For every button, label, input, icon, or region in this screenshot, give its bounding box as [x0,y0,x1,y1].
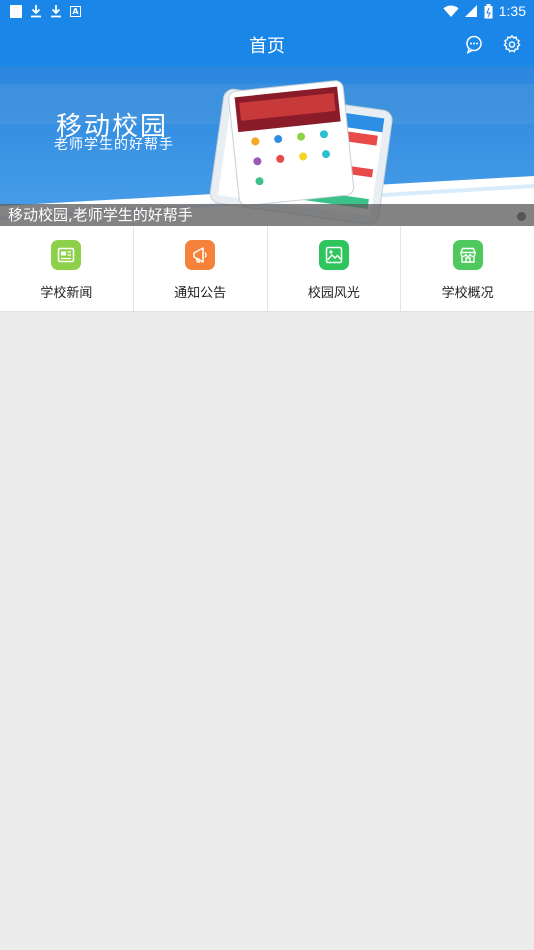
quick-menu: 学校新闻 通知公告 校园风光 学校概况 [0,226,534,312]
carousel-indicator [517,212,526,221]
gear-icon[interactable] [502,34,522,54]
menu-item-school-overview[interactable]: 学校概况 [401,226,534,311]
menu-item-school-news[interactable]: 学校新闻 [0,226,134,311]
page-title: 首页 [249,36,285,56]
download-icon [31,5,41,18]
menu-label: 通知公告 [174,286,227,301]
banner-subheading: 老师学生的好帮手 [54,137,174,153]
signal-icon [464,5,477,17]
chat-icon[interactable] [464,34,484,54]
store-icon [452,240,483,270]
menu-label: 学校概况 [441,286,494,301]
notification-icons: A [10,4,81,18]
banner-carousel[interactable]: 移动校园 老师学生的好帮手 移动校园,老师学生的好帮手 [0,66,534,226]
menu-item-campus-scenery[interactable]: 校园风光 [268,226,402,311]
menu-item-announcements[interactable]: 通知公告 [134,226,268,311]
clock: 1:35 [498,3,526,19]
download-icon [51,5,61,18]
news-icon [51,240,82,270]
system-icons: 1:35 [443,3,526,19]
battery-icon [484,3,493,18]
image-icon [318,240,349,270]
wifi-icon [443,5,459,17]
notification-square-icon [10,4,22,18]
banner-caption: 移动校园,老师学生的好帮手 [0,204,534,226]
menu-label: 学校新闻 [40,286,93,301]
menu-label: 校园风光 [307,286,360,301]
app-bar: 首页 [0,24,534,66]
keyboard-a-icon: A [70,5,81,17]
status-bar: A 1:35 [0,0,534,24]
announcement-icon [185,240,216,270]
